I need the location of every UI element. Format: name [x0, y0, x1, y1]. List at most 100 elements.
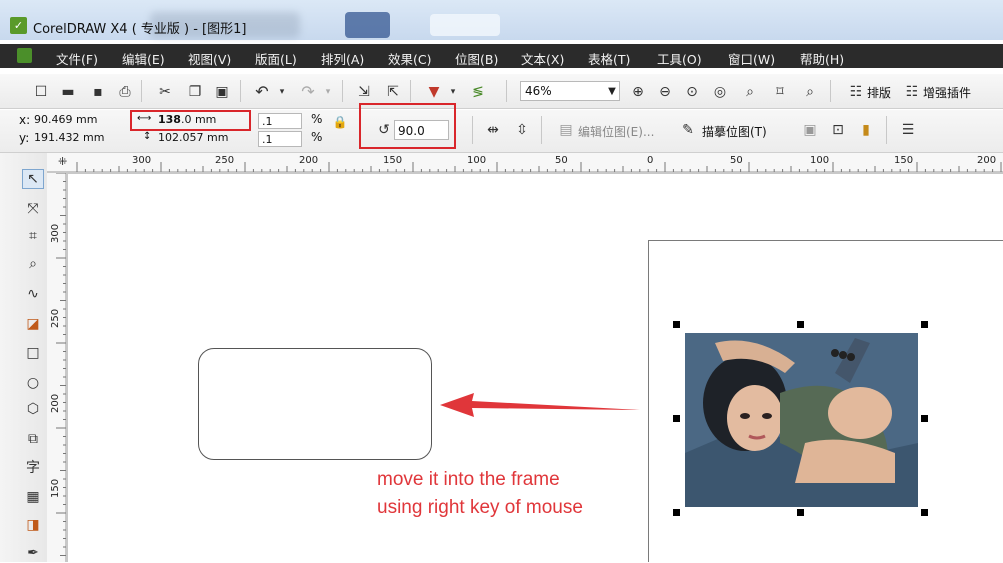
menu-arrange[interactable]: 排列(A) — [321, 49, 364, 68]
pick-tool-icon[interactable]: ↖ — [22, 169, 44, 189]
layout-button-label[interactable]: 排版 — [867, 84, 891, 101]
import-icon[interactable]: ⇲ — [356, 84, 372, 100]
redo-icon[interactable]: ↷ — [300, 84, 316, 100]
interactive-blend-tool-icon[interactable]: ◨ — [22, 515, 44, 535]
ellipse-tool-icon[interactable]: ○ — [22, 373, 44, 393]
ruler-label: 0 — [647, 155, 654, 166]
ruler-label: 200 — [299, 155, 319, 166]
bitmap-photo[interactable] — [685, 333, 918, 507]
selection-handle-bottom[interactable] — [797, 509, 804, 516]
trace-bitmap-button[interactable]: 描摹位图(T) — [702, 123, 767, 140]
ruler-origin-icon[interactable]: ⁜ — [58, 155, 67, 168]
menu-help[interactable]: 帮助(H) — [800, 49, 844, 68]
crop-tool-icon[interactable]: ⌗ — [22, 226, 44, 246]
ruler-label: 150 — [383, 155, 403, 166]
zoom-to-selection-icon[interactable]: ⊙ — [684, 84, 700, 100]
new-document-icon[interactable]: ☐ — [33, 84, 49, 100]
y-position-field[interactable]: 191.432 mm — [34, 131, 104, 144]
zoom-to-all-objects-icon[interactable]: ◎ — [712, 84, 728, 100]
table-tool-icon[interactable]: ▦ — [22, 487, 44, 507]
selection-handle-right[interactable] — [921, 415, 928, 422]
rotate-icon: ↺ — [378, 122, 390, 138]
save-icon[interactable]: ▪ — [90, 84, 106, 100]
red-arrow-icon — [440, 393, 640, 417]
zoom-tool-icon[interactable]: ⌕ — [22, 254, 44, 274]
basic-shapes-tool-icon[interactable]: ⧉ — [22, 429, 44, 449]
menu-bitmaps[interactable]: 位图(B) — [455, 49, 498, 68]
launcher-dropdown-icon[interactable]: ▾ — [445, 84, 461, 100]
wrap-text-icon[interactable]: ☰ — [900, 122, 916, 138]
edit-bitmap-button[interactable]: 编辑位图(E)... — [578, 123, 654, 140]
scale-x-field[interactable]: .1 — [258, 113, 302, 129]
smart-fill-tool-icon[interactable]: ◪ — [22, 314, 44, 334]
export-icon[interactable]: ⇱ — [385, 84, 401, 100]
selection-handle-top[interactable] — [797, 321, 804, 328]
open-folder-icon[interactable]: ▬ — [60, 84, 76, 100]
horizontal-ruler[interactable]: ⁜ 300 250 200 150 100 50 0 50 100 150 20… — [47, 153, 1003, 174]
mirror-horizontal-icon[interactable]: ⇹ — [485, 122, 501, 138]
paste-icon[interactable]: ▣ — [214, 84, 230, 100]
zoom-out-icon[interactable]: ⊖ — [657, 84, 673, 100]
ruler-label: 250 — [215, 155, 235, 166]
selection-handle-left[interactable] — [673, 415, 680, 422]
selection-handle-top-right[interactable] — [921, 321, 928, 328]
selection-handle-top-left[interactable] — [673, 321, 680, 328]
edit-bitmap-icon[interactable]: ▤ — [558, 122, 574, 138]
copy-icon[interactable]: ❐ — [187, 84, 203, 100]
toolbox: ↖ ⤧ ⌗ ⌕ ∿ ◪ □ ○ ⬡ ⧉ 字 ▦ ◨ ✒ — [0, 153, 48, 562]
text-tool-icon[interactable]: 字 — [22, 457, 44, 477]
rounded-rectangle-frame[interactable] — [198, 348, 432, 460]
menu-table[interactable]: 表格(T) — [588, 49, 630, 68]
trace-bitmap-icon[interactable]: ✎ — [680, 122, 696, 138]
resample-icon[interactable]: ▮ — [858, 122, 874, 138]
scale-y-percent: % — [311, 130, 323, 144]
freehand-tool-icon[interactable]: ∿ — [22, 284, 44, 304]
rotation-angle-value: 90.0 — [398, 124, 425, 138]
x-position-field[interactable]: 90.469 mm — [34, 113, 97, 126]
menu-text[interactable]: 文本(X) — [521, 49, 564, 68]
lock-ratio-icon[interactable]: 🔒 — [332, 114, 348, 130]
application-launcher-icon[interactable]: ▼ — [426, 84, 442, 100]
layout-icon[interactable]: ☷ — [848, 84, 864, 100]
scale-y-value: .1 — [262, 133, 273, 146]
undo-icon[interactable]: ↶ — [254, 84, 270, 100]
menu-file[interactable]: 文件(F) — [56, 49, 98, 68]
menu-layout[interactable]: 版面(L) — [255, 49, 297, 68]
height-field[interactable]: 102.057 mm — [158, 131, 228, 144]
eyedropper-tool-icon[interactable]: ✒ — [22, 543, 44, 563]
crop-bitmap-icon[interactable]: ⊡ — [830, 122, 846, 138]
zoom-to-page-height-icon[interactable]: ⌕ — [802, 84, 818, 100]
selection-handle-bottom-left[interactable] — [673, 509, 680, 516]
scale-x-percent: % — [311, 112, 323, 126]
zoom-to-page-icon[interactable]: ⌕ — [742, 84, 758, 100]
cut-icon[interactable]: ✂ — [157, 84, 173, 100]
rotation-angle-field[interactable]: 90.0 — [394, 120, 449, 140]
corel-connect-icon[interactable]: ≶ — [470, 84, 486, 100]
plugin-icon[interactable]: ☷ — [904, 84, 920, 100]
ruler-label: 250 — [50, 308, 61, 328]
zoom-to-page-width-icon[interactable]: ⌑ — [772, 84, 788, 100]
print-icon[interactable]: ⎙ — [117, 84, 133, 100]
selection-handle-bottom-right[interactable] — [921, 509, 928, 516]
ruler-label: 50 — [730, 155, 743, 166]
chevron-down-icon[interactable]: ▼ — [604, 81, 620, 101]
ruler-label: 200 — [50, 393, 61, 413]
shape-tool-icon[interactable]: ⤧ — [22, 199, 44, 219]
document-menu-icon[interactable] — [17, 48, 32, 63]
bitmap-color-mask-icon[interactable]: ▣ — [802, 122, 818, 138]
menu-window[interactable]: 窗口(W) — [728, 49, 775, 68]
plugin-button-label[interactable]: 增强插件 — [923, 84, 971, 101]
zoom-in-icon[interactable]: ⊕ — [630, 84, 646, 100]
rectangle-tool-icon[interactable]: □ — [22, 343, 44, 363]
ruler-label: 200 — [977, 155, 997, 166]
mirror-vertical-icon[interactable]: ⇳ — [514, 122, 530, 138]
menu-edit[interactable]: 编辑(E) — [122, 49, 165, 68]
scale-y-field[interactable]: .1 — [258, 131, 302, 147]
menu-tools[interactable]: 工具(O) — [657, 49, 702, 68]
menu-view[interactable]: 视图(V) — [188, 49, 231, 68]
undo-dropdown-icon[interactable]: ▾ — [274, 84, 290, 100]
vertical-ruler[interactable]: 300 250 200 150 — [47, 173, 68, 562]
polygon-tool-icon[interactable]: ⬡ — [22, 399, 44, 419]
menu-effects[interactable]: 效果(C) — [388, 49, 431, 68]
redo-dropdown-icon[interactable]: ▾ — [320, 84, 336, 100]
